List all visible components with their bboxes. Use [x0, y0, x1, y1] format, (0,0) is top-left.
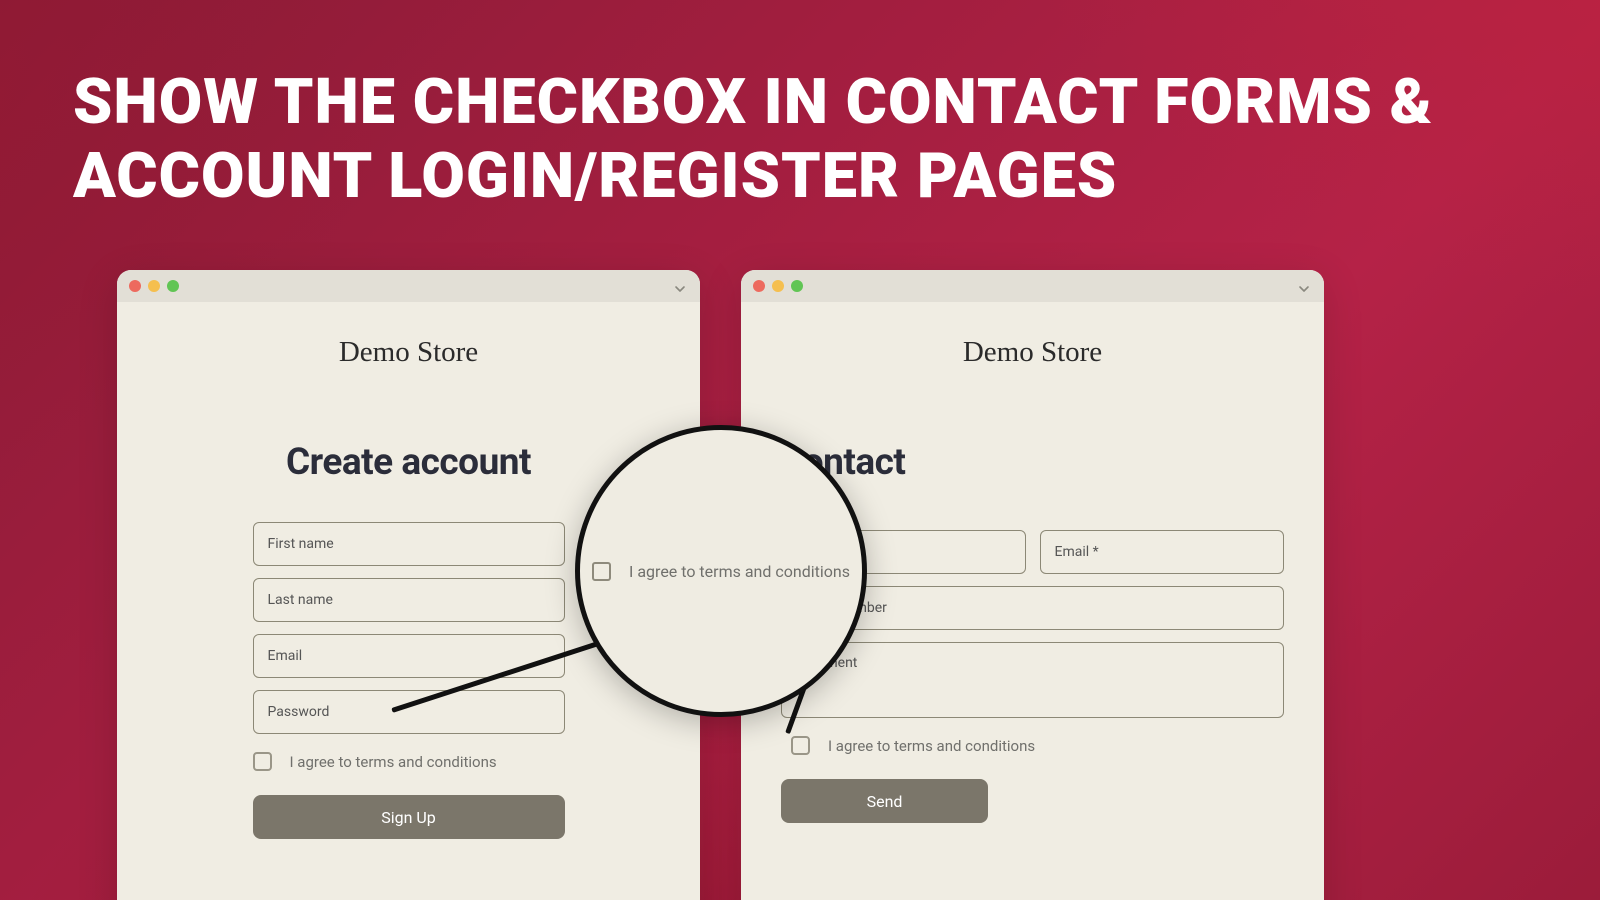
- input-placeholder: Last name: [268, 592, 333, 608]
- traffic-light-close-icon[interactable]: [129, 280, 141, 292]
- input-placeholder: First name: [268, 536, 334, 552]
- email-field[interactable]: Email *: [1040, 530, 1285, 574]
- promo-background: SHOW THE CHECKBOX IN CONTACT FORMS & ACC…: [0, 0, 1600, 900]
- first-name-field[interactable]: First name: [253, 522, 565, 566]
- chevron-down-icon[interactable]: [1298, 280, 1310, 299]
- store-name: Demo Store: [741, 336, 1324, 369]
- button-label: Sign Up: [381, 808, 436, 827]
- chevron-down-icon[interactable]: [674, 280, 686, 299]
- magnifier-lens: I agree to terms and conditions: [575, 425, 867, 717]
- traffic-light-zoom-icon[interactable]: [167, 280, 179, 292]
- input-placeholder: Email: [268, 648, 303, 664]
- terms-checkbox-row: I agree to terms and conditions: [253, 752, 565, 771]
- button-label: Send: [867, 792, 903, 811]
- sign-up-button[interactable]: Sign Up: [253, 795, 565, 839]
- password-field[interactable]: Password: [253, 690, 565, 734]
- traffic-light-minimize-icon[interactable]: [148, 280, 160, 292]
- last-name-field[interactable]: Last name: [253, 578, 565, 622]
- input-placeholder: Email *: [1055, 544, 1099, 560]
- window-titlebar: [741, 270, 1324, 302]
- terms-label: I agree to terms and conditions: [828, 737, 1035, 755]
- terms-checkbox-zoomed[interactable]: [592, 562, 611, 581]
- comment-field[interactable]: Comment: [781, 642, 1284, 718]
- terms-checkbox[interactable]: [791, 736, 810, 755]
- traffic-light-close-icon[interactable]: [753, 280, 765, 292]
- send-button[interactable]: Send: [781, 779, 988, 823]
- input-placeholder: Password: [268, 704, 330, 720]
- terms-checkbox-row: I agree to terms and conditions: [791, 736, 1284, 755]
- traffic-light-minimize-icon[interactable]: [772, 280, 784, 292]
- terms-label-zoomed: I agree to terms and conditions: [629, 562, 850, 581]
- terms-label: I agree to terms and conditions: [290, 753, 497, 771]
- terms-checkbox[interactable]: [253, 752, 272, 771]
- traffic-light-zoom-icon[interactable]: [791, 280, 803, 292]
- window-titlebar: [117, 270, 700, 302]
- headline: SHOW THE CHECKBOX IN CONTACT FORMS & ACC…: [73, 66, 1540, 215]
- store-name: Demo Store: [117, 336, 700, 369]
- page-title: Create account: [157, 441, 660, 484]
- page-title: Contact: [779, 441, 1284, 484]
